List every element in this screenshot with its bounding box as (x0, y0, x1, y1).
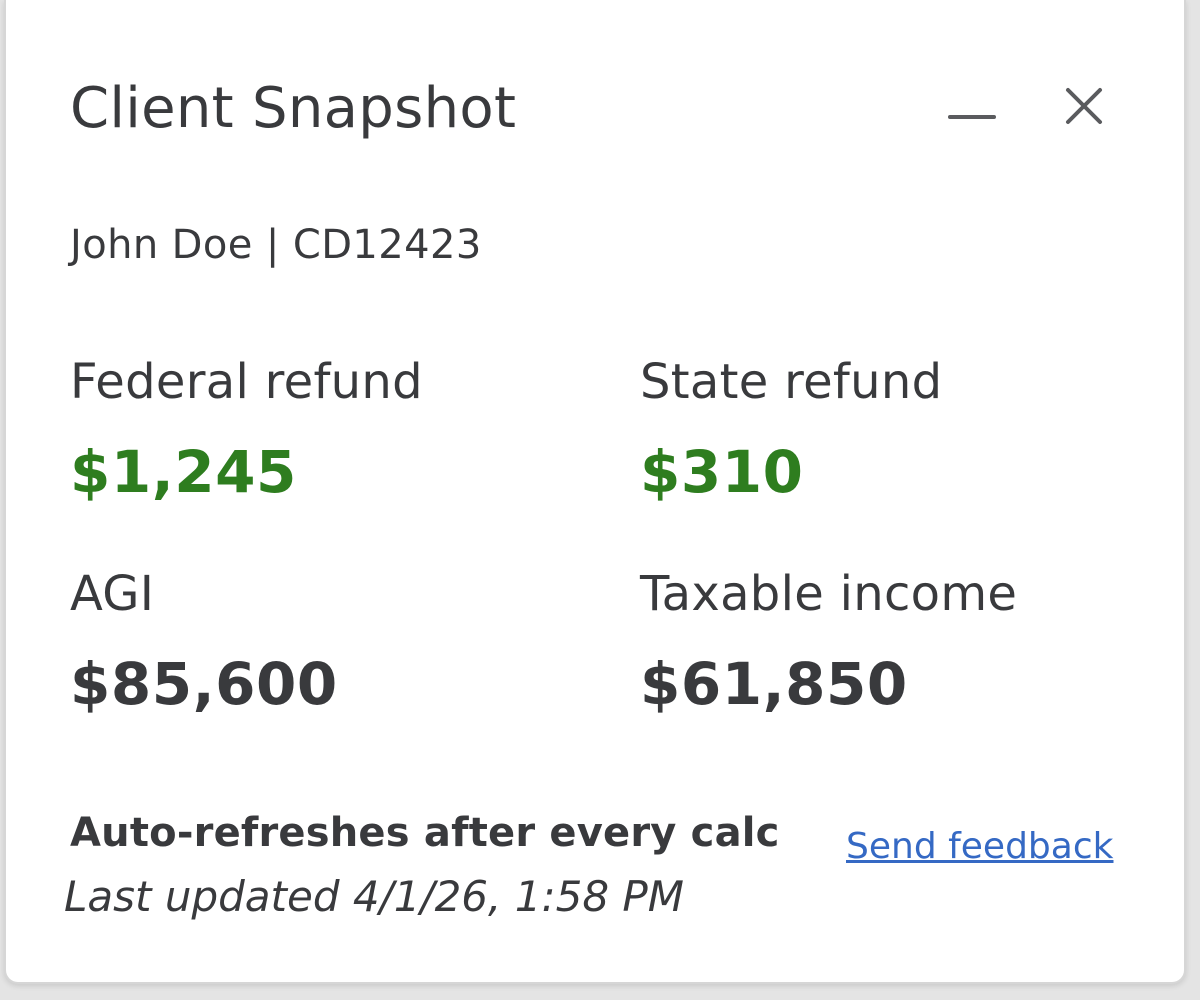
federal-refund-label: Federal refund (70, 354, 423, 410)
federal-refund-value: $1,245 (70, 438, 297, 506)
minimize-icon (948, 115, 996, 119)
send-feedback-link[interactable]: Send feedback (846, 826, 1114, 867)
auto-refresh-note: Auto-refreshes after every calc (70, 810, 780, 856)
client-separator: | (252, 222, 293, 268)
close-button[interactable] (1058, 80, 1110, 132)
state-refund-value: $310 (640, 438, 804, 506)
minimize-button[interactable] (944, 88, 1000, 138)
client-name: John Doe (70, 222, 253, 268)
close-icon (1066, 88, 1102, 124)
client-id: CD12423 (292, 222, 482, 268)
agi-value: $85,600 (70, 650, 338, 718)
agi-label: AGI (70, 566, 155, 622)
client-snapshot-panel: Client Snapshot John Doe | CD12423 Feder… (4, 0, 1186, 984)
panel-title: Client Snapshot (70, 76, 517, 141)
last-updated-timestamp: Last updated 4/1/26, 1:58 PM (64, 872, 684, 921)
state-refund-label: State refund (640, 354, 943, 410)
taxable-income-value: $61,850 (640, 650, 908, 718)
client-info: John Doe | CD12423 (70, 222, 482, 268)
taxable-income-label: Taxable income (640, 566, 1018, 622)
